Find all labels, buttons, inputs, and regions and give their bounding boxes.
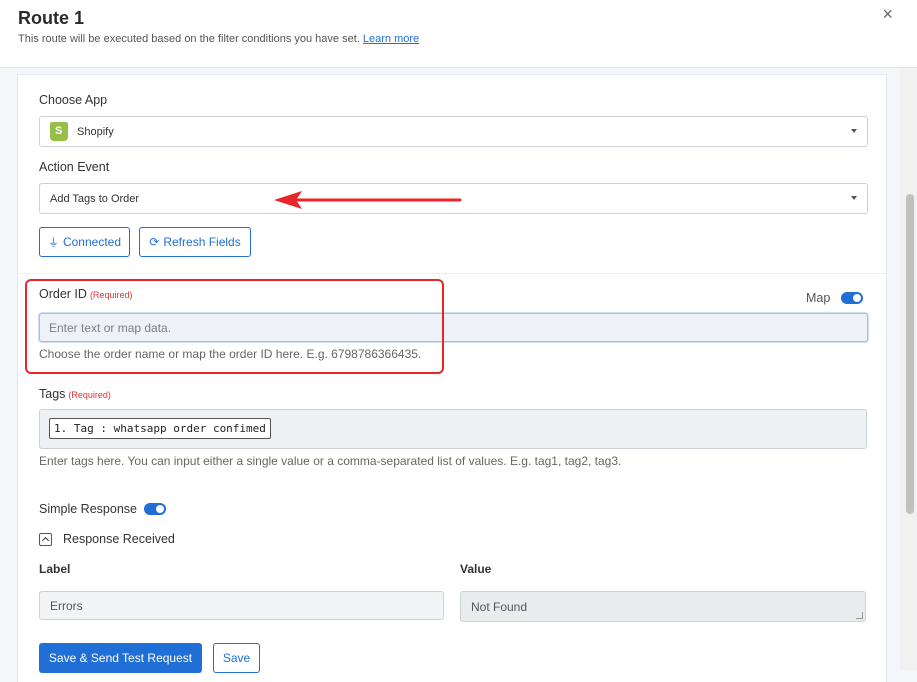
value-column-header: Value xyxy=(460,562,492,576)
learn-more-link[interactable]: Learn more xyxy=(363,33,419,45)
required-badge: (Required) xyxy=(68,390,111,400)
resize-grip-icon[interactable] xyxy=(856,612,863,619)
action-card: Choose App Shopify Action Event Add Tags… xyxy=(17,74,887,682)
scrollbar-thumb[interactable] xyxy=(906,194,914,514)
close-icon[interactable]: × xyxy=(882,4,893,25)
tags-help: Enter tags here. You can input either a … xyxy=(39,454,622,468)
response-label-field: Errors xyxy=(39,591,444,620)
save-send-test-button[interactable]: Save & Send Test Request xyxy=(39,643,202,673)
tag-chip[interactable]: 1. Tag : whatsapp order confimed xyxy=(49,418,271,439)
tags-label-text: Tags xyxy=(39,387,66,401)
app-select-value: Shopify xyxy=(77,125,114,138)
annotation-highlight-box xyxy=(25,279,444,374)
refresh-fields-button[interactable]: ⟳ Refresh Fields xyxy=(139,227,251,257)
map-toggle[interactable] xyxy=(841,292,863,304)
save-button[interactable]: Save xyxy=(213,643,260,673)
chevron-up-icon[interactable] xyxy=(39,533,52,546)
refresh-icon: ⟳ xyxy=(149,235,160,249)
page-subtitle: This route will be executed based on the… xyxy=(18,33,419,45)
map-label: Map xyxy=(806,291,831,305)
response-value-text: Not Found xyxy=(471,599,528,614)
section-divider xyxy=(18,273,886,274)
subtitle-text: This route will be executed based on the… xyxy=(18,33,360,45)
annotation-arrow-icon xyxy=(274,191,462,209)
caret-down-icon xyxy=(851,129,857,133)
simple-response-label: Simple Response xyxy=(39,502,137,516)
action-event-value: Add Tags to Order xyxy=(50,192,140,205)
caret-down-icon xyxy=(851,196,857,200)
shopify-icon xyxy=(50,122,68,141)
connected-label: Connected xyxy=(62,235,122,249)
response-value-field: Not Found xyxy=(460,591,866,622)
action-event-label: Action Event xyxy=(39,160,110,174)
simple-response-toggle[interactable] xyxy=(144,503,166,515)
label-column-header: Label xyxy=(39,562,71,576)
plug-icon: ⏚ xyxy=(47,237,59,249)
tags-label: Tags (Required) xyxy=(39,387,111,401)
refresh-fields-label: Refresh Fields xyxy=(163,235,241,249)
modal-header: Route 1 This route will be executed base… xyxy=(0,0,917,68)
response-received-label: Response Received xyxy=(63,532,175,546)
page-title: Route 1 xyxy=(18,8,85,28)
choose-app-label: Choose App xyxy=(39,93,108,107)
tags-input[interactable]: 1. Tag : whatsapp order confimed xyxy=(39,409,867,449)
app-select[interactable]: Shopify xyxy=(39,116,868,147)
connected-button[interactable]: ⏚ Connected xyxy=(39,227,130,257)
